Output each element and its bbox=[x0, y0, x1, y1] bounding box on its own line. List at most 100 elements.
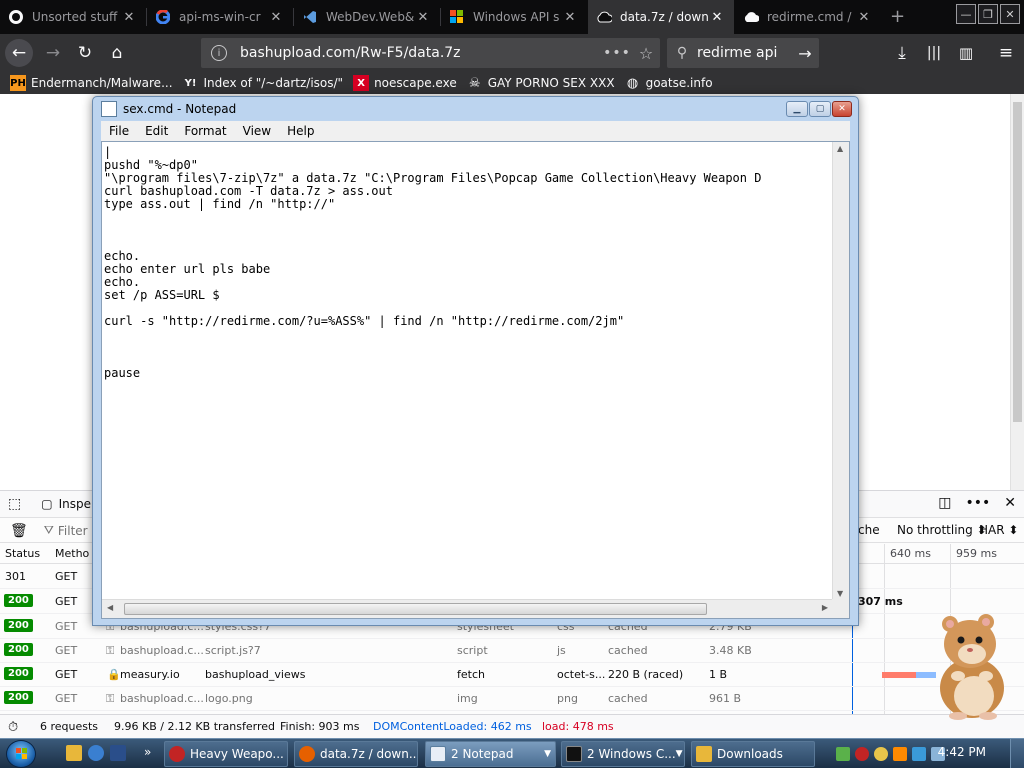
bookmark-star-icon[interactable]: ☆ bbox=[632, 44, 660, 63]
page-actions-icon[interactable]: ••• bbox=[602, 45, 632, 61]
reload-button[interactable]: ↻ bbox=[71, 39, 99, 67]
element-picker-icon[interactable]: ⬚ bbox=[8, 496, 21, 512]
menu-format[interactable]: Format bbox=[176, 124, 234, 138]
start-button[interactable] bbox=[6, 740, 36, 768]
show-desktop-button[interactable] bbox=[1010, 739, 1024, 768]
quicklaunch-overflow-icon[interactable]: » bbox=[144, 745, 151, 759]
quicklaunch-ie-icon[interactable] bbox=[88, 745, 104, 761]
url-text[interactable]: bashupload.com/Rw-F5/data.7z bbox=[240, 45, 602, 61]
tab-close-icon[interactable]: ✕ bbox=[563, 10, 577, 25]
sidebar-icon[interactable]: ▥ bbox=[952, 39, 980, 67]
windows-logo-icon bbox=[16, 748, 27, 759]
tab-close-icon[interactable]: ✕ bbox=[857, 10, 871, 25]
tray-search-icon[interactable] bbox=[893, 747, 907, 761]
tab-windows-api[interactable]: Windows API s ✕ bbox=[441, 0, 587, 34]
bookmark-noescape[interactable]: X noescape.exe bbox=[353, 75, 457, 91]
column-status[interactable]: Status bbox=[5, 547, 40, 560]
scroll-up-icon[interactable]: ▲ bbox=[837, 144, 843, 153]
dock-icon[interactable]: ◫ bbox=[938, 495, 951, 511]
scroll-right-icon[interactable]: ▶ bbox=[822, 603, 828, 612]
bookmark-label: Index of "/~dartz/isos/" bbox=[203, 76, 344, 90]
quicklaunch-desktop-icon[interactable] bbox=[110, 745, 126, 761]
home-button[interactable]: ⌂ bbox=[103, 39, 131, 67]
taskbar-downloads[interactable]: Downloads bbox=[691, 741, 815, 767]
browser-tab-strip: Unsorted stuff ✕ api-ms-win-cr ✕ WebDev.… bbox=[0, 0, 1024, 34]
column-method[interactable]: Metho bbox=[55, 547, 89, 560]
taskbar-firefox[interactable]: data.7z / down... bbox=[294, 741, 418, 767]
tab-close-icon[interactable]: ✕ bbox=[710, 10, 724, 25]
tab-close-icon[interactable]: ✕ bbox=[269, 10, 283, 25]
library-icon[interactable]: ||| bbox=[920, 39, 948, 67]
editor-text[interactable]: | pushd "%~dp0" "\program files\7-zip\7z… bbox=[104, 146, 833, 600]
bookmark-goatse[interactable]: ◍ goatse.info bbox=[625, 75, 713, 91]
bookmark-skull-site[interactable]: ☠ GAY PORNO SEX XXX bbox=[467, 75, 615, 91]
maximize-icon[interactable]: ▢ bbox=[809, 101, 831, 117]
menu-view[interactable]: View bbox=[235, 124, 279, 138]
row-type: octet-s... bbox=[557, 668, 606, 681]
bookmark-dartz-isos[interactable]: Y! Index of "/~dartz/isos/" bbox=[183, 75, 344, 91]
search-bar[interactable]: ⚲ redirme api → bbox=[667, 38, 819, 68]
tab-close-icon[interactable]: ✕ bbox=[122, 10, 136, 25]
taskbar-notepad[interactable]: 2 Notepad ▼ bbox=[425, 741, 556, 767]
scrollbar-thumb[interactable] bbox=[1013, 102, 1022, 422]
menu-help[interactable]: Help bbox=[279, 124, 322, 138]
taskbar-clock[interactable]: 4:42 PM bbox=[938, 745, 986, 759]
url-bar[interactable]: i bashupload.com/Rw-F5/data.7z ••• ☆ bbox=[201, 38, 660, 68]
taskbar-cmd[interactable]: 2 Windows C... ▼ bbox=[561, 741, 685, 767]
tab-close-icon[interactable]: ✕ bbox=[416, 10, 430, 25]
tab-webdev[interactable]: WebDev.Web& ✕ bbox=[294, 0, 440, 34]
disable-cache-label[interactable]: che bbox=[858, 523, 880, 537]
new-tab-button[interactable]: + bbox=[890, 6, 905, 27]
table-row[interactable]: 200 GET 🔒 measury.io bashupload_views fe… bbox=[0, 663, 1024, 687]
notepad-titlebar[interactable]: sex.cmd - Notepad ▁ ▢ ✕ bbox=[93, 97, 858, 121]
tab-unsorted-stuff[interactable]: Unsorted stuff ✕ bbox=[0, 0, 146, 34]
forward-button[interactable]: → bbox=[39, 39, 67, 67]
tab-inspector[interactable]: ▢ Inspe bbox=[41, 497, 91, 511]
editor-horizontal-scrollbar[interactable]: ◀ ▶ bbox=[102, 599, 833, 618]
scroll-left-icon[interactable]: ◀ bbox=[107, 603, 113, 612]
har-menu[interactable]: HAR ⬍ bbox=[979, 523, 1018, 537]
stopwatch-icon[interactable]: ⏱ bbox=[8, 720, 18, 735]
downloads-icon[interactable]: ⤓ bbox=[888, 39, 916, 67]
cloud-upload-icon bbox=[596, 9, 612, 25]
search-go-icon[interactable]: → bbox=[791, 44, 819, 63]
notepad-window: sex.cmd - Notepad ▁ ▢ ✕ File Edit Format… bbox=[92, 96, 859, 626]
row-method: GET bbox=[55, 668, 78, 681]
scrollbar-thumb[interactable] bbox=[124, 603, 707, 615]
editor-vertical-scrollbar[interactable]: ▲ ▼ bbox=[832, 142, 849, 600]
tab-redirme[interactable]: redirme.cmd / ✕ bbox=[735, 0, 881, 34]
minimize-icon[interactable]: — bbox=[956, 4, 976, 24]
scroll-down-icon[interactable]: ▼ bbox=[837, 589, 843, 598]
table-row[interactable]: 200 GET ⚿ bashupload.c... script.js?7 sc… bbox=[0, 639, 1024, 663]
taskbar-heavy-weapon[interactable]: Heavy Weapo... bbox=[164, 741, 288, 767]
throttling-select[interactable]: No throttling ⬍ bbox=[897, 523, 987, 537]
navigation-toolbar: ← → ↻ ⌂ i bashupload.com/Rw-F5/data.7z •… bbox=[0, 34, 1024, 72]
menu-icon[interactable]: ≡ bbox=[992, 39, 1020, 67]
close-icon[interactable]: ✕ bbox=[1000, 4, 1020, 24]
menu-file[interactable]: File bbox=[101, 124, 137, 138]
restore-icon[interactable]: ❐ bbox=[978, 4, 998, 24]
site-info-icon[interactable]: i bbox=[211, 45, 227, 61]
tray-security-icon[interactable] bbox=[855, 747, 869, 761]
hamster-desktop-pet[interactable] bbox=[928, 610, 1012, 720]
tray-network-icon[interactable] bbox=[912, 747, 926, 761]
page-scrollbar[interactable] bbox=[1010, 94, 1024, 490]
tray-app-icon[interactable] bbox=[836, 747, 850, 761]
menu-edit[interactable]: Edit bbox=[137, 124, 176, 138]
table-row[interactable]: 200 GET ⚿ bashupload.c... logo.png img p… bbox=[0, 687, 1024, 711]
back-button[interactable]: ← bbox=[5, 39, 33, 67]
more-options-icon[interactable]: ••• bbox=[965, 495, 990, 511]
close-icon[interactable]: ✕ bbox=[832, 101, 852, 117]
bookmark-endermanch[interactable]: PH Endermanch/Malware... bbox=[10, 75, 173, 91]
search-input[interactable]: redirme api bbox=[697, 45, 791, 61]
tray-warning-icon[interactable] bbox=[874, 747, 888, 761]
yc-icon: Y! bbox=[184, 77, 197, 89]
close-devtools-icon[interactable]: ✕ bbox=[1004, 495, 1016, 511]
clear-log-icon[interactable]: 🗑 bbox=[10, 523, 28, 539]
quicklaunch-explorer-icon[interactable] bbox=[66, 745, 82, 761]
tab-api-ms-win[interactable]: api-ms-win-cr ✕ bbox=[147, 0, 293, 34]
minimize-icon[interactable]: ▁ bbox=[786, 101, 808, 117]
lock-icon: 🔒 bbox=[107, 668, 121, 681]
notepad-editor[interactable]: | pushd "%~dp0" "\program files\7-zip\7z… bbox=[101, 141, 850, 619]
tab-data-7z[interactable]: data.7z / downlo ✕ bbox=[588, 0, 734, 34]
